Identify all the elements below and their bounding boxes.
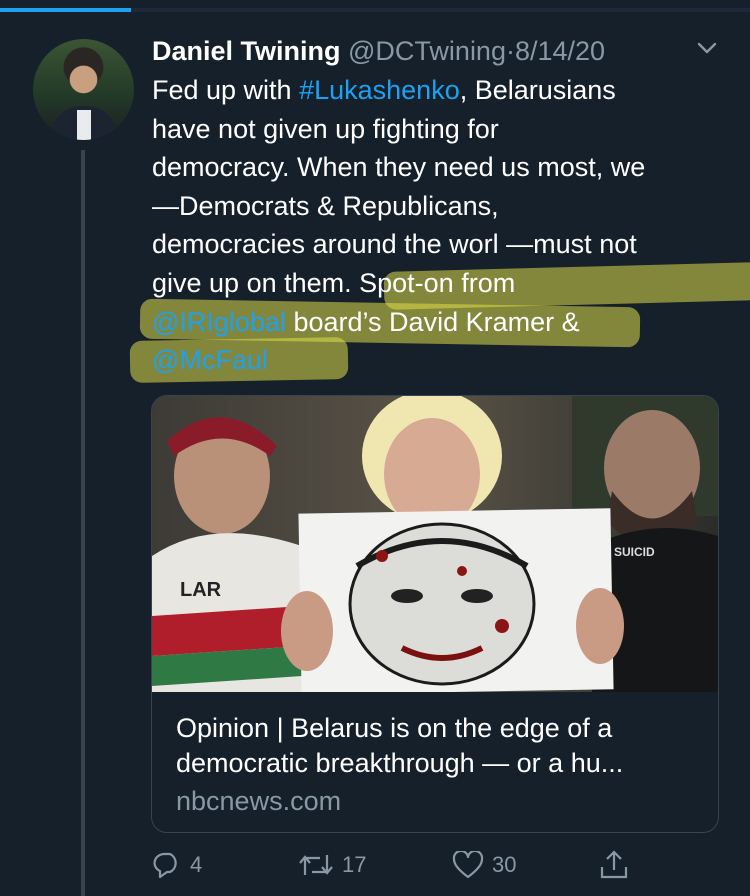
card-title: Opinion | Belarus is on the edge of a <box>176 713 613 743</box>
hashtag-link[interactable]: #Lukashenko <box>299 75 460 105</box>
tweet-text-segment: democracies around the worl —must not <box>152 229 637 260</box>
progress-fill <box>0 8 131 12</box>
avatar-shirt <box>77 110 91 140</box>
retweet-icon <box>299 855 333 875</box>
tweet-line: have not given up fighting for <box>152 110 732 149</box>
share-button[interactable] <box>598 848 638 882</box>
share-icon <box>600 850 628 879</box>
mention-link[interactable]: @IRIglobal <box>152 307 286 337</box>
card-title: democratic breakthrough — or a hu... <box>176 748 624 778</box>
tweet-date[interactable]: 8/14/20 <box>515 36 605 66</box>
reply-count: 4 <box>190 852 203 877</box>
link-preview-card[interactable]: LAR SUICID Opinion | Belarus is on the e… <box>151 395 719 833</box>
tweet-text-segment: give up on them. S <box>152 267 378 298</box>
tweet-text-segment: have not given up fighting for <box>152 113 499 144</box>
tweet-line: Fed up with #Lukashenko, Belarusians <box>152 71 732 110</box>
tweet-text-segment: —Democrats & Republicans, <box>152 190 499 221</box>
tweet-line: give up on them. Spot-on from <box>152 264 732 303</box>
tweet-text: Fed up with #Lukashenko, Belarusians hav… <box>129 71 750 383</box>
top-progress-bar <box>0 8 750 12</box>
tweet-header: Daniel Twining @DCTwining·8/14/20 <box>152 34 605 68</box>
like-button[interactable]: 30 <box>452 848 516 882</box>
tweet-text-segment: board’s David Kramer & <box>285 306 580 337</box>
heart-icon <box>452 851 484 879</box>
tweet-line: —Democrats & Republicans, <box>152 187 732 226</box>
retweet-button[interactable]: 17 <box>298 848 366 882</box>
card-text: Opinion | Belarus is on the edge of a de… <box>176 711 706 820</box>
tweet-line: @IRIglobal board’s David Kramer & <box>152 303 732 342</box>
tweet-text-segment: pot-on from <box>377 267 516 298</box>
tweet-line: democracy. When they need us most, we <box>152 148 732 187</box>
protest-photo: LAR SUICID <box>152 396 718 692</box>
tweet-line: @McFaul <box>152 341 732 380</box>
shirt-text: SUICID <box>614 545 655 559</box>
tweet-text-segment: , Belarusians <box>459 75 616 105</box>
author-avatar[interactable] <box>33 39 134 140</box>
tweet-text-segment: democracy. When they need us most, we <box>152 152 646 183</box>
retweet-count: 17 <box>342 852 367 877</box>
tweet-actions: 4 17 30 <box>152 848 672 882</box>
reply-icon <box>153 852 177 879</box>
author-handle[interactable]: @DCTwining <box>348 36 506 66</box>
thread-line <box>81 150 85 896</box>
like-count: 30 <box>492 852 517 877</box>
reply-button[interactable]: 4 <box>152 848 202 882</box>
mention-link[interactable]: @McFaul <box>152 345 268 375</box>
tweet-text-segment: Fed up with <box>152 75 300 105</box>
chevron-down-icon[interactable] <box>697 42 717 54</box>
separator-dot: · <box>505 36 515 66</box>
author-name[interactable]: Daniel Twining <box>152 36 341 66</box>
card-image: LAR SUICID <box>152 396 718 692</box>
shirt-text: LAR <box>180 579 222 601</box>
tweet-line: democracies around the worl —must not <box>152 225 732 264</box>
card-domain: nbcnews.com <box>176 786 342 816</box>
